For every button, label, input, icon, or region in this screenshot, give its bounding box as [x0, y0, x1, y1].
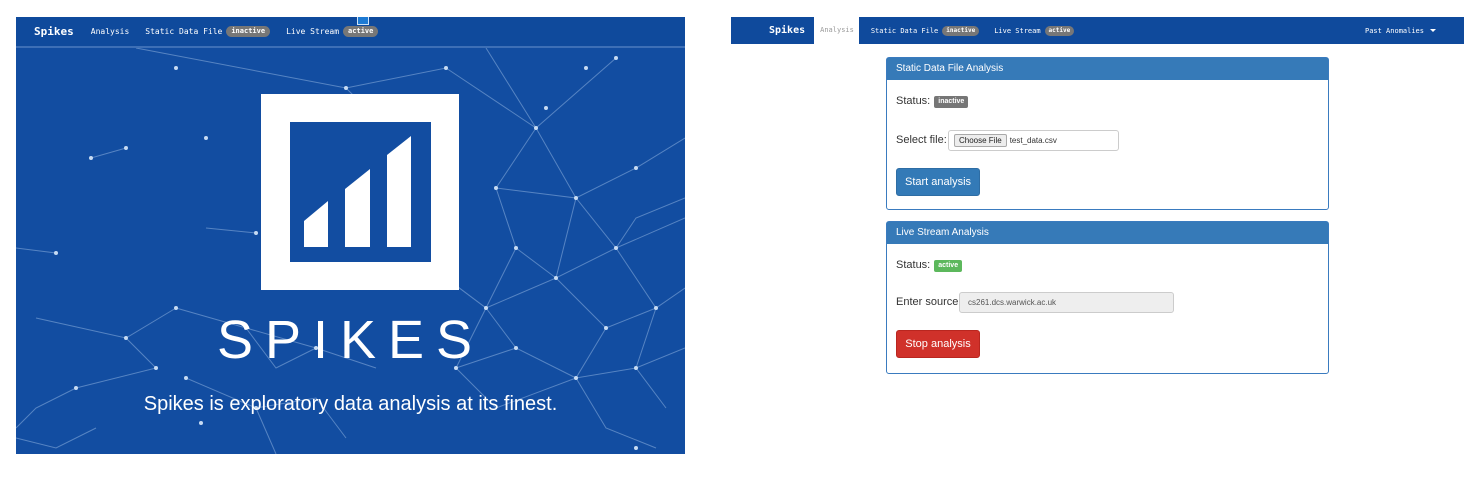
selected-file-name: test_data.csv — [1009, 136, 1057, 145]
logo-inner-square — [290, 122, 431, 262]
nav-item-analysis[interactable]: Analysis — [814, 17, 859, 44]
caret-down-icon — [1430, 29, 1436, 32]
nav-item-analysis[interactable]: Analysis — [91, 27, 130, 36]
status-row: Status: inactive — [896, 95, 969, 108]
navbar: Spikes Analysis Static Data File inactiv… — [731, 17, 1464, 44]
status-badge: active — [934, 260, 963, 272]
status-badge: active — [1044, 25, 1075, 36]
hero-title: SPIKES — [216, 310, 485, 370]
status-badge: inactive — [226, 26, 271, 37]
nav-item-static-data-file[interactable]: Static Data File inactive — [145, 26, 271, 37]
nav-item-live-stream[interactable]: Live Stream active — [286, 26, 379, 37]
static-analysis-panel: Static Data File Analysis Status: inactiv… — [886, 57, 1329, 210]
bar-chart-icon — [304, 136, 411, 247]
stop-analysis-button[interactable]: Stop analysis — [896, 330, 980, 358]
nav-item-label: Static Data File — [145, 27, 223, 36]
status-label: Status: — [896, 95, 931, 107]
nav-item-label: Static Data File — [870, 26, 939, 35]
live-analysis-panel: Live Stream Analysis Status: active Enter… — [886, 221, 1329, 374]
status-row: Status: active — [896, 259, 963, 272]
brand-link[interactable]: Spikes — [769, 25, 805, 36]
nav-item-live-stream[interactable]: Live Stream active — [994, 25, 1075, 36]
landing-page-screenshot: Spikes Analysis Static Data File inactiv… — [16, 17, 685, 454]
source-input[interactable]: cs261.dcs.warwick.ac.uk — [959, 292, 1174, 313]
status-badge: inactive — [942, 25, 980, 36]
past-anomalies-dropdown[interactable]: Past Anomalies — [1365, 17, 1436, 44]
start-analysis-button[interactable]: Start analysis — [896, 168, 980, 196]
status-badge: active — [343, 26, 379, 37]
nav-item-label: Analysis — [90, 27, 130, 36]
panel-title: Static Data File Analysis — [887, 58, 1328, 80]
hero-tagline: Spikes is exploratory data analysis at i… — [143, 393, 558, 415]
nav-item-static-data-file[interactable]: Static Data File inactive — [870, 25, 980, 36]
spikes-logo — [261, 94, 459, 290]
toolbar-marker — [357, 17, 369, 25]
select-file-label: Select file: — [896, 134, 947, 146]
nav-item-label: Live Stream — [994, 26, 1041, 35]
brand-link[interactable]: Spikes — [34, 25, 74, 38]
status-label: Status: — [896, 259, 931, 271]
status-badge: inactive — [934, 96, 969, 108]
file-input[interactable]: Choose File test_data.csv — [948, 130, 1119, 151]
nav-item-label: Live Stream — [286, 27, 340, 36]
choose-file-button[interactable]: Choose File — [954, 134, 1007, 147]
dropdown-label: Past Anomalies — [1364, 26, 1424, 35]
panel-title: Live Stream Analysis — [887, 222, 1328, 244]
navbar: Spikes Analysis Static Data File inactiv… — [16, 17, 685, 48]
source-label: Enter source: — [896, 296, 962, 308]
analysis-page-screenshot: Spikes Analysis Static Data File inactiv… — [731, 17, 1464, 457]
